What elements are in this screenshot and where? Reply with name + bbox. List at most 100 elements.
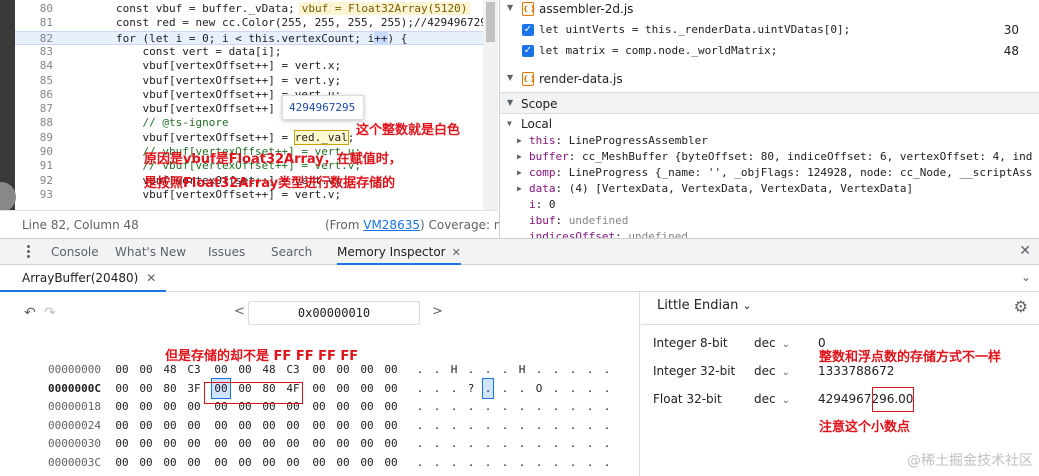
code-line[interactable]: 81 const red = new cc.Color(255, 255, 25… xyxy=(15,16,494,30)
ascii-char[interactable]: . xyxy=(483,453,493,472)
ascii-char[interactable]: H xyxy=(517,360,527,379)
ascii-char[interactable]: . xyxy=(585,434,595,453)
code-line[interactable]: 85 vbuf[vertexOffset++] = vert.y; xyxy=(15,74,483,88)
hex-byte[interactable]: 80 xyxy=(161,379,179,398)
ascii-char[interactable]: . xyxy=(585,360,595,379)
scope-variable[interactable]: ▶ comp: LineProgress {_name: '', _objFlag… xyxy=(500,165,1039,181)
hex-byte[interactable]: 00 xyxy=(113,434,131,453)
line-number[interactable]: 86 xyxy=(15,88,53,102)
ascii-char[interactable]: . xyxy=(449,397,459,416)
ascii-char[interactable]: . xyxy=(466,434,476,453)
ascii-char[interactable]: . xyxy=(585,416,595,435)
hex-byte[interactable]: 00 xyxy=(185,416,203,435)
ascii-char[interactable]: . xyxy=(483,360,493,379)
hex-byte[interactable]: 00 xyxy=(310,434,328,453)
code-line[interactable]: 82 for (let i = 0; i < this.vertexCount;… xyxy=(15,30,483,46)
line-number[interactable]: 81 xyxy=(15,16,53,30)
ascii-char[interactable]: . xyxy=(500,379,510,398)
ascii-char[interactable]: . xyxy=(534,453,544,472)
ascii-char[interactable]: . xyxy=(568,453,578,472)
code-line[interactable]: 84 vbuf[vertexOffset++] = vert.x; xyxy=(15,59,483,73)
hex-byte[interactable]: 00 xyxy=(358,379,376,398)
ascii-char[interactable]: . xyxy=(500,397,510,416)
code-line[interactable]: 87 vbuf[vertexOffset++] = xyxy=(15,102,483,116)
ascii-char[interactable]: . xyxy=(415,453,425,472)
hex-byte[interactable]: 00 xyxy=(113,416,131,435)
hex-byte[interactable]: 00 xyxy=(310,453,328,472)
hex-byte[interactable]: 00 xyxy=(161,434,179,453)
ascii-char[interactable]: . xyxy=(483,434,493,453)
hex-byte[interactable]: 00 xyxy=(113,360,131,379)
hex-byte[interactable]: 00 xyxy=(284,434,302,453)
ascii-char[interactable]: . xyxy=(568,397,578,416)
ascii-char[interactable]: . xyxy=(568,379,578,398)
hex-byte[interactable]: 00 xyxy=(382,416,400,435)
ascii-char[interactable]: ? xyxy=(466,379,476,398)
hex-byte[interactable]: 00 xyxy=(260,416,278,435)
line-number[interactable]: 82 xyxy=(15,32,53,46)
hex-byte[interactable]: 00 xyxy=(113,379,131,398)
scope-local[interactable]: ▼ Local xyxy=(500,116,1039,132)
ascii-char[interactable]: . xyxy=(500,360,510,379)
ascii-char[interactable]: . xyxy=(517,434,527,453)
ascii-char[interactable]: . xyxy=(602,360,612,379)
ascii-char[interactable]: . xyxy=(551,416,561,435)
endianness-select[interactable]: Little Endian ⌄ xyxy=(657,298,752,313)
ascii-char[interactable]: . xyxy=(534,416,544,435)
scope-variable[interactable]: indicesOffset: undefined xyxy=(500,229,1039,238)
breakpoint-item[interactable]: ✓ let matrix = comp.node._worldMatrix; 48 xyxy=(500,41,1039,62)
line-number[interactable]: 83 xyxy=(15,45,53,59)
hex-byte[interactable]: 00 xyxy=(137,379,155,398)
ascii-char[interactable]: . xyxy=(585,379,595,398)
ascii-char[interactable]: . xyxy=(500,434,510,453)
line-number[interactable]: 85 xyxy=(15,74,53,88)
ascii-char[interactable]: . xyxy=(432,416,442,435)
hex-byte[interactable]: 00 xyxy=(137,416,155,435)
hex-byte[interactable]: 00 xyxy=(161,453,179,472)
address-input[interactable]: 0x00000010 xyxy=(248,301,420,325)
hex-byte[interactable]: 00 xyxy=(161,397,179,416)
ascii-char[interactable]: . xyxy=(449,453,459,472)
ascii-char[interactable]: . xyxy=(415,360,425,379)
chevron-right-icon[interactable]: > xyxy=(432,304,443,319)
ascii-char[interactable]: . xyxy=(568,360,578,379)
tab-search[interactable]: Search xyxy=(271,239,312,265)
hex-byte[interactable]: 00 xyxy=(310,379,328,398)
hex-byte[interactable]: 00 xyxy=(236,434,254,453)
checkbox-checked-icon[interactable]: ✓ xyxy=(522,45,534,57)
source-link[interactable]: VM28635 xyxy=(363,218,420,232)
ascii-char[interactable]: O xyxy=(534,379,544,398)
ascii-char[interactable]: . xyxy=(449,379,459,398)
format-select[interactable]: dec ⌄ xyxy=(754,336,790,350)
breakpoint-item[interactable]: ✓ let uintVerts = this._renderData.uintVD… xyxy=(500,20,1039,41)
hex-byte[interactable]: 00 xyxy=(358,360,376,379)
breakpoint-file[interactable]: ▼ { } assembler-2d.js xyxy=(500,0,1039,20)
scope-variable[interactable]: ▶ this: LineProgressAssembler xyxy=(500,133,1039,149)
ascii-char[interactable]: . xyxy=(466,397,476,416)
hex-byte[interactable]: 00 xyxy=(334,379,352,398)
ascii-char[interactable]: . xyxy=(415,379,425,398)
ascii-char[interactable]: . xyxy=(415,434,425,453)
scope-variable[interactable]: ibuf: undefined xyxy=(500,213,1039,229)
code-line[interactable]: 83 const vert = data[i]; xyxy=(15,45,483,59)
ascii-char[interactable]: . xyxy=(602,379,612,398)
breakpoint-file[interactable]: ▼ { } render-data.js xyxy=(500,70,1039,90)
ascii-char[interactable]: . xyxy=(568,434,578,453)
hex-byte[interactable]: 00 xyxy=(137,360,155,379)
redo-icon[interactable]: ↷ xyxy=(44,305,56,321)
line-number[interactable]: 84 xyxy=(15,59,53,73)
line-number[interactable]: 89 xyxy=(15,131,53,145)
hex-byte[interactable]: 00 xyxy=(161,416,179,435)
scope-header[interactable]: ▼ Scope xyxy=(500,92,1039,114)
undo-icon[interactable]: ↶ xyxy=(24,305,36,321)
editor-scrollbar[interactable] xyxy=(483,0,498,210)
ascii-char[interactable]: . xyxy=(432,360,442,379)
triangle-down-icon[interactable]: ▼ xyxy=(507,73,513,82)
line-number[interactable]: 92 xyxy=(15,174,53,188)
ascii-char[interactable]: . xyxy=(415,397,425,416)
hex-byte[interactable]: 00 xyxy=(212,453,230,472)
ascii-char[interactable]: . xyxy=(551,453,561,472)
hex-byte[interactable]: 00 xyxy=(137,453,155,472)
hex-byte[interactable]: 00 xyxy=(113,397,131,416)
hex-byte[interactable]: 00 xyxy=(358,416,376,435)
